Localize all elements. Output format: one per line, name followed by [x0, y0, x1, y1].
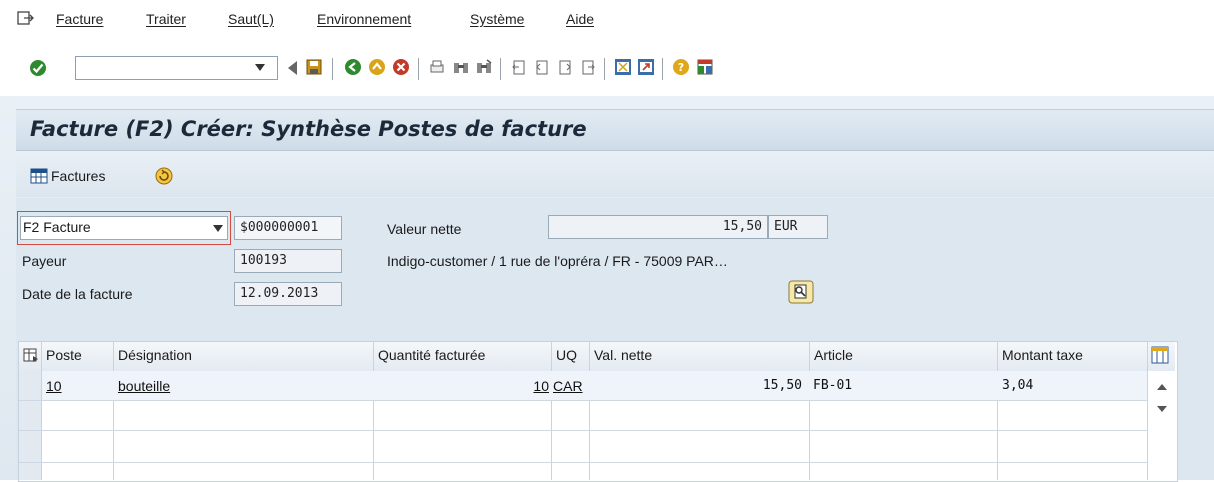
help-icon[interactable]: ? [672, 58, 690, 76]
exit-icon[interactable] [368, 58, 386, 76]
scroll-up-icon[interactable] [1157, 384, 1167, 390]
toolbar-separator [418, 58, 419, 80]
col-quantite[interactable]: Quantité facturée [374, 341, 552, 370]
toolbar-separator [662, 58, 663, 80]
menu-saut[interactable]: Saut(L) [228, 11, 274, 27]
shortcut-icon[interactable] [637, 58, 655, 76]
toolbar-separator [500, 58, 501, 80]
prev-page-icon[interactable] [533, 58, 551, 76]
refresh-icon[interactable] [154, 166, 174, 186]
menu-traiter[interactable]: Traiter [146, 11, 186, 27]
col-uq[interactable]: UQ [552, 341, 590, 370]
col-val-nette[interactable]: Val. nette [590, 341, 810, 370]
date-field: 12.09.2013 [234, 282, 342, 306]
save-icon[interactable] [305, 58, 323, 76]
row-montant-taxe: 3,04 [1002, 378, 1034, 393]
menu-aide[interactable]: Aide [566, 11, 594, 27]
payer-field: 100193 [234, 249, 342, 273]
print-icon[interactable] [428, 58, 446, 76]
menu-facture[interactable]: Facture [56, 11, 103, 27]
row-uq[interactable]: CAR [553, 372, 583, 400]
back-icon[interactable] [344, 58, 362, 76]
row-val-nette: 15,50 [762, 378, 802, 393]
menu-exit-icon[interactable] [16, 9, 34, 27]
new-session-icon[interactable] [614, 58, 632, 76]
find-next-icon[interactable] [475, 58, 493, 76]
command-field[interactable] [75, 56, 278, 80]
doc-type-value: F2 Facture [23, 219, 91, 235]
menu-systeme[interactable]: Système [470, 11, 524, 27]
next-page-icon[interactable] [556, 58, 574, 76]
row-designation[interactable]: bouteille [118, 372, 170, 400]
row-article: FB-01 [813, 378, 853, 393]
layout-icon[interactable] [696, 58, 714, 76]
chevron-down-icon [213, 225, 223, 232]
command-dropdown-icon[interactable] [255, 64, 265, 71]
col-poste[interactable]: Poste [42, 341, 112, 370]
row-quantite[interactable]: 10 [374, 372, 549, 400]
table-grid-icon [30, 168, 48, 184]
menu-environnement[interactable]: Environnement [317, 11, 411, 27]
cancel-icon[interactable] [392, 58, 410, 76]
history-back-icon[interactable] [288, 61, 297, 75]
svg-text:?: ? [678, 61, 684, 74]
last-page-icon[interactable] [579, 58, 597, 76]
table-settings-icon[interactable] [1150, 345, 1170, 365]
toolbar-separator [604, 58, 605, 80]
menu-bar: Facture Traiter Saut(L) Environnement Sy… [0, 0, 1214, 44]
col-designation[interactable]: Désignation [114, 341, 374, 370]
invoices-button-label: Factures [51, 168, 106, 184]
col-montant-taxe[interactable]: Montant taxe [998, 341, 1148, 370]
row-poste[interactable]: 10 [46, 372, 62, 400]
select-all-icon[interactable] [23, 347, 39, 363]
invoices-button[interactable]: Factures [30, 165, 105, 187]
col-article[interactable]: Article [810, 341, 998, 370]
address-details-button[interactable] [788, 280, 814, 304]
page-title: Facture (F2) Créer: Synthèse Postes de f… [30, 117, 587, 141]
doc-type-select[interactable]: F2 Facture [17, 211, 231, 245]
net-value-field: 15,50 [548, 215, 768, 239]
payer-label: Payeur [22, 253, 67, 269]
currency-field: EUR [768, 215, 828, 239]
first-page-icon[interactable] [510, 58, 528, 76]
date-label: Date de la facture [22, 286, 133, 302]
check-icon[interactable] [29, 59, 47, 77]
toolbar-separator [332, 58, 333, 80]
row-selector-column [19, 371, 41, 480]
payer-address: Indigo-customer / 1 rue de l'opréra / FR… [387, 253, 728, 269]
net-value-label: Valeur nette [387, 221, 462, 237]
scroll-down-icon[interactable] [1157, 406, 1167, 412]
doc-number-field: $000000001 [234, 216, 342, 240]
application-toolbar [16, 155, 1214, 197]
find-icon[interactable] [452, 58, 470, 76]
